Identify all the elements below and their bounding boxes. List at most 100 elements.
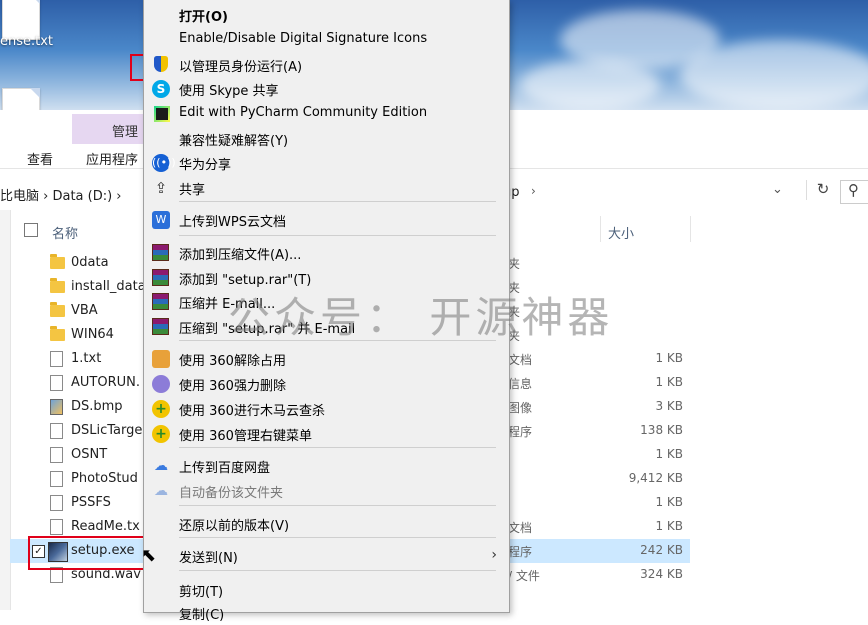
file-type: 文档 — [508, 521, 533, 535]
menu-item-label: 使用 360管理右键菜单 — [179, 429, 312, 444]
menu-item[interactable]: S 使用 Skype 共享 — [144, 77, 507, 101]
file-name: 0data — [71, 255, 109, 270]
menu-item-label: 上传到百度网盘 — [179, 461, 271, 476]
column-divider[interactable] — [690, 216, 691, 242]
tab-manage[interactable]: 管理 — [112, 121, 138, 140]
menu-item[interactable]: 使用 360强力删除 — [144, 372, 507, 396]
menu-item[interactable]: W 上传到WPS云文档 — [144, 208, 507, 232]
breadcrumb[interactable]: 比电脑 › Data (D:) › — [0, 185, 122, 204]
folder-icon — [50, 302, 65, 317]
file-type: / 文件 — [508, 569, 540, 583]
menu-item-label: 剪切(T) — [179, 585, 224, 600]
menu-item[interactable]: 使用 360解除占用 — [144, 347, 507, 371]
column-header-name[interactable]: 名称 — [52, 223, 78, 242]
menu-separator — [179, 505, 496, 506]
folder-icon — [50, 278, 65, 293]
360-menu-icon: + — [152, 425, 170, 443]
360-unlock-icon — [152, 350, 170, 368]
file-type: 信息 — [508, 377, 533, 391]
file-name: VBA — [71, 303, 98, 318]
file-size: 1 KB — [655, 351, 683, 365]
tab-view[interactable]: 查看 — [27, 149, 53, 168]
menu-item-label: 使用 360解除占用 — [179, 354, 286, 369]
rar-icon — [152, 318, 169, 335]
menu-item[interactable]: 以管理员身份运行(A) — [144, 53, 507, 77]
menu-separator — [179, 537, 496, 538]
menu-item[interactable]: 还原以前的版本(V) — [144, 512, 507, 536]
file-size: 1 KB — [655, 447, 683, 461]
chevron-right-icon[interactable]: › — [531, 184, 536, 198]
baidu-icon: ☁ — [154, 458, 168, 474]
menu-item[interactable]: 发送到(N) › — [144, 544, 507, 568]
file-icon — [50, 351, 63, 367]
rar-icon — [152, 269, 169, 286]
file-name: PSSFS — [71, 495, 111, 510]
menu-separator — [179, 235, 496, 236]
file-size: 1 KB — [655, 519, 683, 533]
menu-item[interactable]: Edit with PyCharm Community Edition — [144, 102, 507, 126]
file-size: 3 KB — [655, 399, 683, 413]
chevron-down-icon[interactable]: ⌄ — [772, 182, 783, 197]
desktop-file-label[interactable]: ense.txt — [0, 34, 53, 49]
refresh-icon[interactable]: ↻ — [806, 180, 833, 200]
file-name: install_data — [71, 279, 146, 294]
huawei-share-icon: ((•)) — [152, 154, 176, 172]
mouse-cursor-icon: ⬉ — [141, 545, 157, 566]
menu-item-label: 使用 360强力删除 — [179, 379, 286, 394]
menu-item[interactable]: ☁ 上传到百度网盘 — [144, 454, 507, 478]
select-all-checkbox[interactable] — [24, 223, 38, 237]
file-type: 程序 — [508, 545, 533, 559]
menu-item[interactable]: + 使用 360进行木马云查杀 — [144, 397, 507, 421]
column-header-size[interactable]: 大小 — [608, 223, 634, 242]
menu-item[interactable]: 兼容性疑难解答(Y) — [144, 127, 507, 151]
shield-icon — [154, 56, 168, 72]
file-name: DS.bmp — [71, 399, 123, 414]
file-name: AUTORUN. — [71, 375, 140, 390]
file-icon — [50, 399, 63, 415]
menu-item-label: Enable/Disable Digital Signature Icons — [179, 31, 428, 46]
watermark-text: 公众号： 开源神器 — [228, 293, 614, 342]
menu-item-label: 使用 Skype 共享 — [179, 84, 279, 99]
menu-item-label: 共享 — [179, 183, 206, 198]
column-divider[interactable] — [600, 216, 601, 242]
file-icon — [50, 447, 63, 463]
rar-icon — [152, 244, 169, 261]
file-name: WIN64 — [71, 327, 114, 342]
menu-item-label: Edit with PyCharm Community Edition — [179, 105, 428, 120]
search-icon[interactable]: ⚲ — [848, 181, 859, 199]
tab-app-tools[interactable]: 应用程序 — [86, 149, 138, 168]
file-type: 图像 — [508, 401, 533, 415]
file-type: 程序 — [508, 425, 533, 439]
skype-icon: S — [152, 80, 170, 98]
menu-item[interactable]: 剪切(T) — [144, 578, 507, 602]
file-icon — [50, 375, 63, 391]
menu-item[interactable]: 添加到压缩文件(A)... — [144, 241, 507, 265]
menu-item[interactable]: ☁ 自动备份该文件夹 — [144, 479, 507, 503]
submenu-arrow-icon: › — [491, 547, 497, 563]
menu-item[interactable]: ((•)) 华为分享 — [144, 151, 507, 175]
wps-icon: W — [152, 211, 170, 229]
menu-item[interactable]: Enable/Disable Digital Signature Icons — [144, 28, 507, 52]
menu-item-label: 兼容性疑难解答(Y) — [179, 134, 289, 149]
folder-icon — [50, 326, 65, 341]
menu-item[interactable]: 复制(C) — [144, 601, 507, 625]
menu-item-label: 添加到压缩文件(A)... — [179, 248, 302, 263]
menu-item[interactable]: 打开(O) — [144, 3, 507, 27]
file-icon — [50, 471, 63, 487]
file-size: 1 KB — [655, 375, 683, 389]
baidu-icon: ☁ — [154, 483, 168, 499]
file-type: 文档 — [508, 353, 533, 367]
file-name: OSNT — [71, 447, 108, 462]
file-size: 324 KB — [640, 567, 683, 581]
menu-item-label: 华为分享 — [179, 158, 232, 173]
share-icon: ⇪ — [154, 179, 168, 197]
pycharm-icon — [154, 106, 170, 122]
menu-item-label: 使用 360进行木马云查杀 — [179, 404, 325, 419]
360-delete-icon — [152, 375, 170, 393]
file-name: ReadMe.tx — [71, 519, 140, 534]
menu-item[interactable]: ⇪ 共享 — [144, 176, 507, 200]
file-icon — [50, 519, 63, 535]
file-name: PhotoStud — [71, 471, 138, 486]
menu-item[interactable]: + 使用 360管理右键菜单 — [144, 422, 507, 446]
folder-icon — [50, 254, 65, 269]
